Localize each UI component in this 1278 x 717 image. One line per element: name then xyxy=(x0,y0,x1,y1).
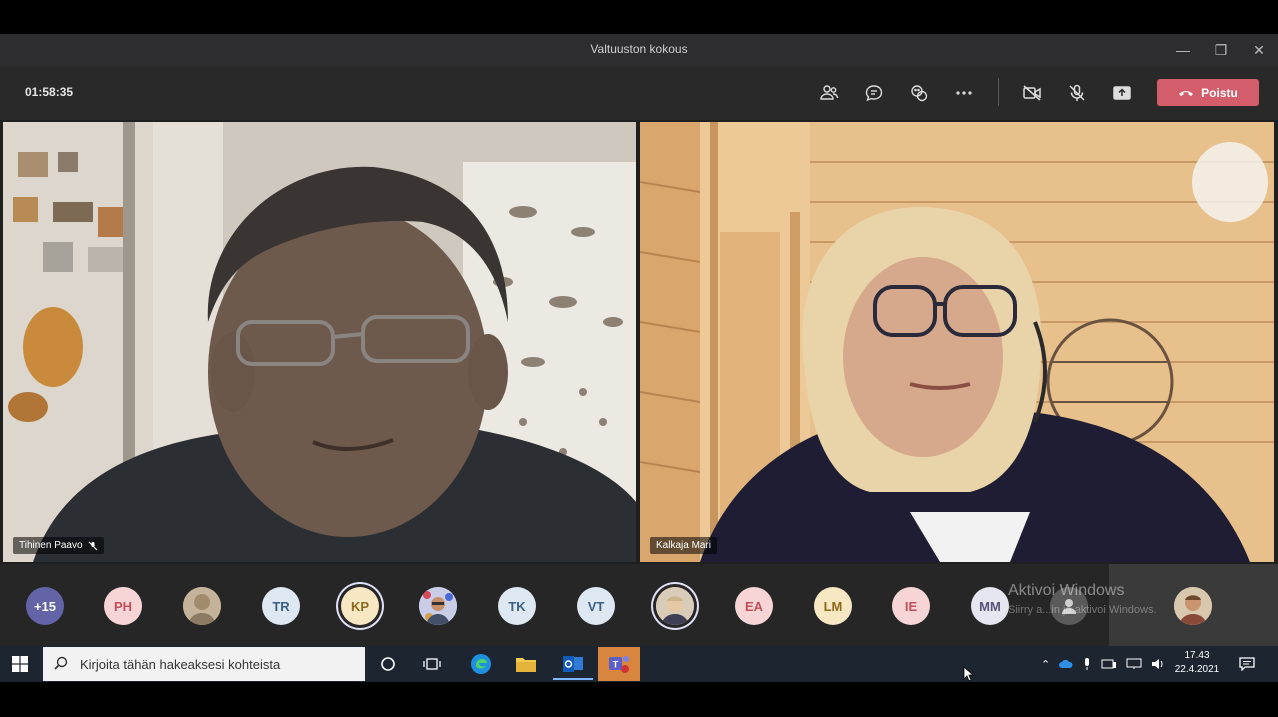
window-titlebar: Valtuuston kokous — ❐ ✕ xyxy=(0,34,1278,66)
video-tile-2[interactable]: Kalkaja Mari xyxy=(640,122,1274,562)
clock-time: 17.43 xyxy=(1184,650,1210,661)
task-view-icon[interactable] xyxy=(412,650,452,678)
participant-avatar-photo-1[interactable] xyxy=(183,587,221,625)
leave-label: Poistu xyxy=(1201,85,1238,100)
taskbar-clock[interactable]: 17.43 22.4.2021 xyxy=(1174,649,1220,677)
volume-icon[interactable] xyxy=(1151,658,1165,670)
avatar-photo xyxy=(419,587,457,625)
participant-avatar-tk[interactable]: TK xyxy=(498,587,536,625)
video-1-name: Tihinen Paavo xyxy=(19,540,83,551)
avatar-initials: LM xyxy=(823,598,843,614)
close-icon[interactable]: ✕ xyxy=(1240,34,1278,66)
search-icon xyxy=(54,656,68,670)
avatar-photo xyxy=(1174,587,1212,625)
window-title: Valtuuston kokous xyxy=(590,42,688,56)
hangup-icon xyxy=(1179,90,1194,96)
more-icon[interactable] xyxy=(951,80,977,106)
file-explorer-icon[interactable] xyxy=(506,650,546,678)
participant-avatar-vt[interactable]: VT xyxy=(577,587,615,625)
reactions-icon[interactable] xyxy=(906,80,932,106)
participant-avatar-mm[interactable]: MM xyxy=(971,587,1009,625)
taskbar-search-box[interactable]: Kirjoita tähän hakeaksesi kohteista xyxy=(43,647,365,681)
avatar-initials: TR xyxy=(272,598,290,614)
participant-avatar-photo-3[interactable] xyxy=(656,587,694,625)
devices-icon[interactable] xyxy=(1101,658,1117,670)
video-2-nametag: Kalkaja Mari xyxy=(650,537,718,554)
svg-text:T: T xyxy=(613,660,619,670)
participant-video-1 xyxy=(3,122,636,562)
camera-off-icon[interactable] xyxy=(1019,80,1045,106)
avatar-photo xyxy=(183,587,221,625)
share-icon[interactable] xyxy=(1109,80,1135,106)
video-tile-1[interactable]: Tihinen Paavo xyxy=(3,122,636,562)
muted-mic-icon xyxy=(88,541,97,550)
windows-taskbar: Kirjoita tähän hakeaksesi kohteista T ⌃ … xyxy=(0,646,1278,682)
avatar-initials: IE xyxy=(904,598,918,614)
video-1-nametag: Tihinen Paavo xyxy=(13,537,104,554)
avatar-initials: VT xyxy=(587,598,605,614)
mouse-cursor-icon xyxy=(963,666,975,682)
restore-icon[interactable]: ❐ xyxy=(1202,34,1240,66)
edge-icon[interactable] xyxy=(461,650,501,678)
onedrive-icon[interactable] xyxy=(1059,659,1073,669)
participant-avatar-tr[interactable]: TR xyxy=(262,587,300,625)
toolbar-divider xyxy=(998,78,999,106)
video-stage: Tihinen Paavo Kalkaja Mari xyxy=(0,120,1278,564)
overflow-participants-button[interactable]: +15 xyxy=(26,587,64,625)
mic-off-icon[interactable] xyxy=(1064,80,1090,106)
overflow-count: +15 xyxy=(33,598,57,614)
meeting-timer: 01:58:35 xyxy=(25,85,74,99)
microphone-icon[interactable] xyxy=(1082,657,1092,671)
avatar-photo xyxy=(656,587,694,625)
notification-center-icon[interactable] xyxy=(1230,650,1264,678)
avatar-initials: PH xyxy=(113,598,133,614)
participant-avatar-lm[interactable]: LM xyxy=(814,587,852,625)
system-tray: ⌃ xyxy=(1041,646,1165,682)
participant-avatar-ea[interactable]: EA xyxy=(735,587,773,625)
self-avatar xyxy=(1174,587,1212,625)
teams-icon[interactable]: T xyxy=(598,647,640,681)
participant-avatar-ph[interactable]: PH xyxy=(104,587,142,625)
avatar-initials: EA xyxy=(744,598,764,614)
outlook-icon[interactable] xyxy=(553,650,593,680)
search-placeholder: Kirjoita tähän hakeaksesi kohteista xyxy=(80,656,281,672)
activate-windows-hint: Siirry a...in ja aktivoi Windows. xyxy=(1008,604,1157,616)
cortana-icon[interactable] xyxy=(368,650,408,678)
avatar-initials: TK xyxy=(508,598,526,614)
show-hidden-icons-icon[interactable]: ⌃ xyxy=(1041,658,1050,671)
avatar-initials: MM xyxy=(979,598,1001,614)
activate-windows-watermark: Aktivoi Windows xyxy=(1008,582,1125,599)
people-icon[interactable] xyxy=(816,80,842,106)
meeting-toolbar: 01:58:35 Poistu xyxy=(0,66,1278,120)
minimize-icon[interactable]: — xyxy=(1164,34,1202,66)
participant-video-2 xyxy=(640,122,1274,562)
chat-icon[interactable] xyxy=(861,80,887,106)
video-2-name: Kalkaja Mari xyxy=(656,540,712,551)
participant-strip: +15 PH TR KP TK VT EA LM IE MM Aktivoi W… xyxy=(0,564,1278,646)
participant-avatar-photo-2[interactable] xyxy=(419,587,457,625)
leave-button[interactable]: Poistu xyxy=(1157,79,1259,106)
avatar-initials: KP xyxy=(350,598,370,614)
participant-avatar-ie[interactable]: IE xyxy=(892,587,930,625)
clock-date: 22.4.2021 xyxy=(1174,664,1220,675)
participant-avatar-kp[interactable]: KP xyxy=(341,587,379,625)
network-icon[interactable] xyxy=(1126,658,1142,670)
windows-start-icon[interactable] xyxy=(0,650,40,678)
